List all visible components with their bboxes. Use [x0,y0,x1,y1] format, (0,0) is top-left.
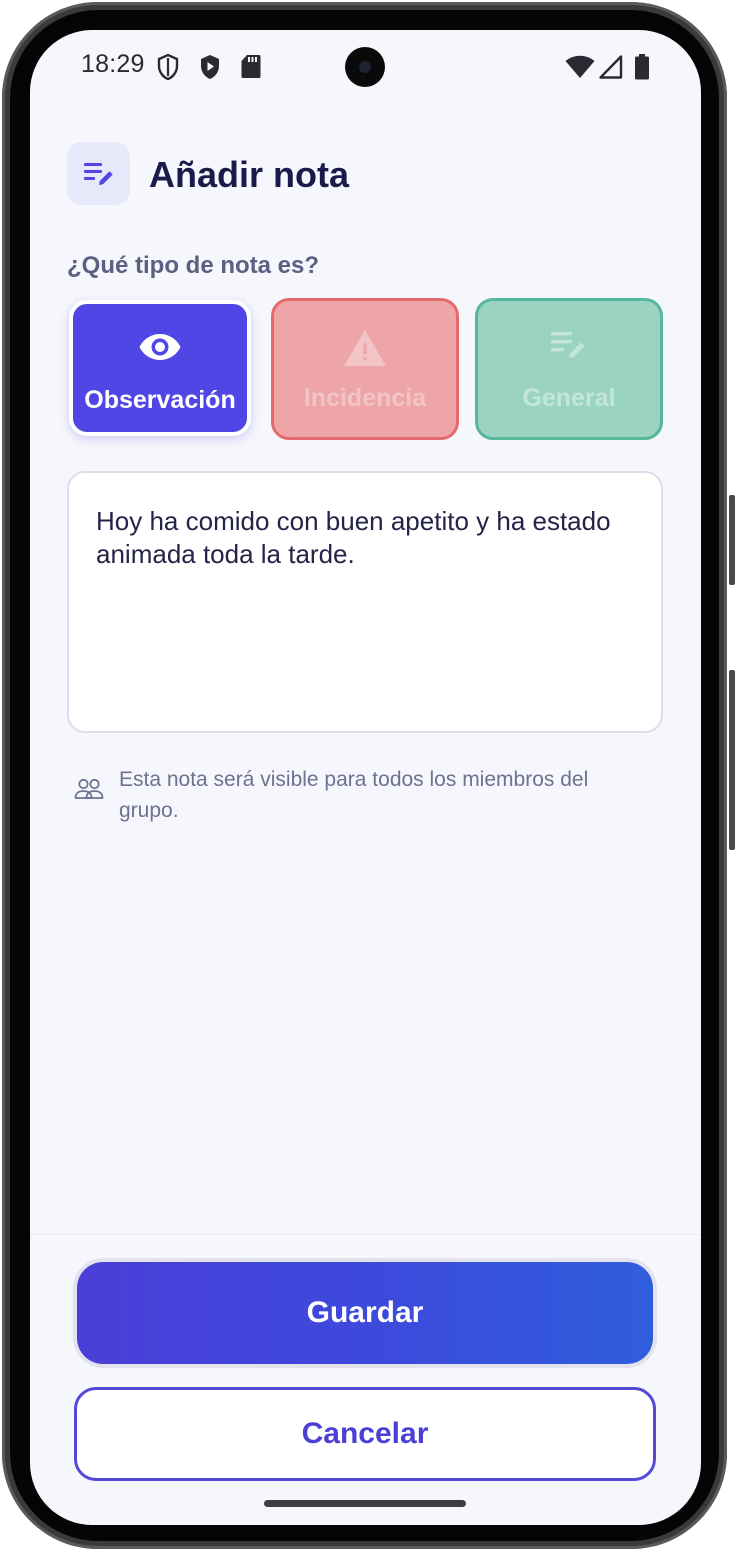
cancel-button[interactable]: Cancelar [74,1387,656,1481]
screen: 18:29 Añadir nota ¿Qué tipo de nota es? … [30,30,701,1525]
footer-divider [30,1234,701,1235]
note-type-incidencia[interactable]: Incidencia [271,298,459,440]
save-button[interactable]: Guardar [77,1262,653,1364]
note-type-label: Observación [84,386,236,414]
note-type-label: General [522,384,616,412]
header-icon-box [67,142,130,205]
note-type-general[interactable]: General [475,298,663,440]
signal-icon [599,55,623,84]
shield-play-icon [199,54,221,85]
sd-card-icon [241,54,261,84]
eye-icon [138,332,182,367]
note-text-input[interactable] [67,471,663,733]
status-bar: 18:29 [30,30,701,102]
front-camera [345,47,385,87]
shield-outline-icon [157,53,179,85]
status-time: 18:29 [81,50,145,78]
volume-button [729,495,735,585]
visibility-text: Esta nota será visible para todos los mi… [119,768,589,822]
power-button [729,670,735,850]
edit-note-icon [550,329,588,366]
page-title: Añadir nota [149,154,350,195]
home-indicator[interactable] [264,1500,466,1507]
battery-icon [634,54,650,85]
note-type-observacion[interactable]: Observación [69,300,251,436]
note-type-label: Incidencia [303,384,427,412]
note-type-question: ¿Qué tipo de nota es? [67,252,320,279]
wifi-icon [565,55,595,84]
warning-icon [343,329,387,372]
